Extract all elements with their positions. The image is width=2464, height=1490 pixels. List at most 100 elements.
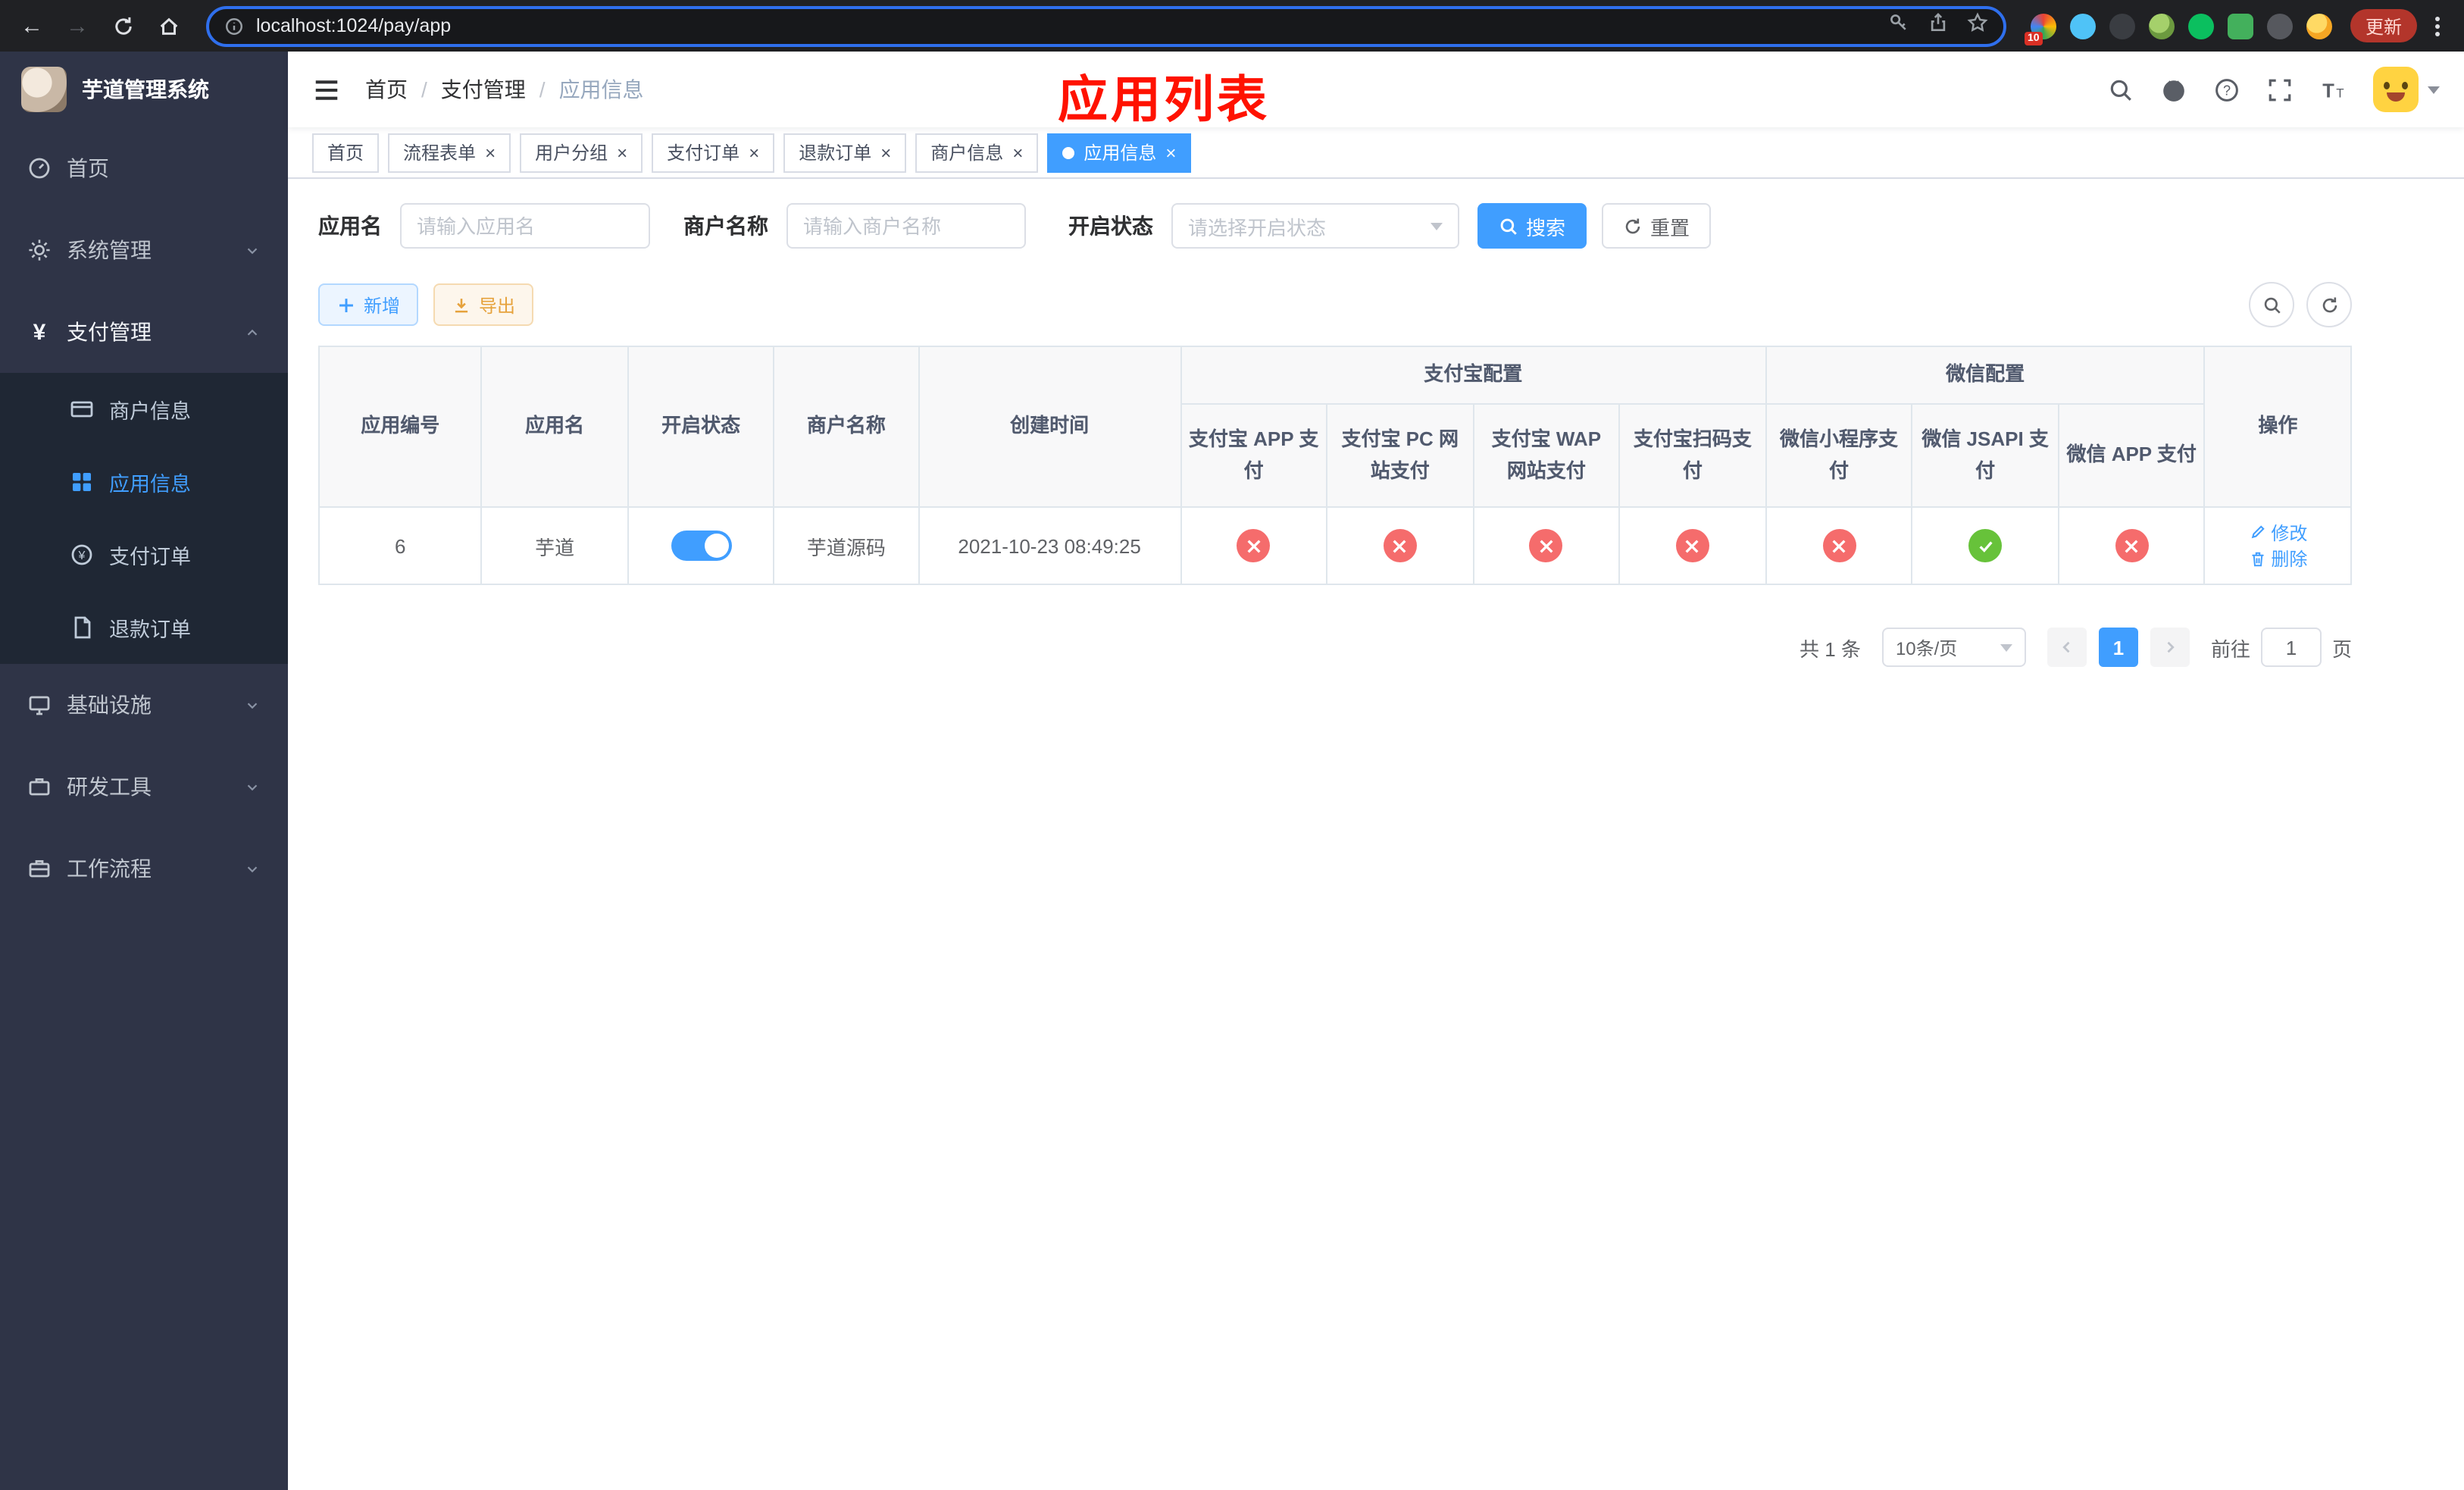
extension-icon[interactable]	[2069, 13, 2096, 39]
tab-refund-order[interactable]: 退款订单 ×	[783, 133, 907, 172]
share-icon[interactable]	[1928, 11, 1949, 40]
profile-avatar-icon[interactable]	[2306, 13, 2332, 39]
browser-window: ← → localhost:1024/pay/app 10 更新 芋道管理系统 …	[0, 0, 2464, 1490]
cell-merchant: 芋道源码	[773, 506, 920, 585]
page-number-button[interactable]: 1	[2098, 628, 2138, 667]
tab-close-icon[interactable]: ×	[880, 143, 891, 161]
chevron-down-icon	[244, 696, 261, 713]
table-toolbar: 新增 导出	[318, 282, 2352, 327]
apps-table: 应用编号 应用名 开启状态 商户名称 创建时间 支付宝配置 微信配置 操作 支付…	[317, 346, 2352, 585]
goto-page-input[interactable]	[2260, 628, 2322, 667]
breadcrumb: 首页 / 支付管理 / 应用信息	[365, 74, 644, 105]
alipay-pc-status-icon	[1383, 529, 1417, 562]
tab-close-icon[interactable]: ×	[485, 143, 496, 161]
svg-text:T: T	[2336, 86, 2344, 100]
password-key-icon[interactable]	[1888, 11, 1909, 40]
user-avatar-menu[interactable]	[2373, 67, 2440, 112]
cell-created: 2021-10-23 08:49:25	[918, 506, 1182, 585]
browser-reload-button[interactable]	[103, 6, 142, 45]
wechat-app-status-icon	[2115, 529, 2149, 562]
github-icon[interactable]	[2161, 77, 2187, 102]
toolbox-icon	[27, 775, 52, 799]
export-button[interactable]: 导出	[433, 283, 534, 326]
browser-home-button[interactable]	[149, 6, 188, 45]
search-button[interactable]: 搜索	[1477, 203, 1587, 249]
breadcrumb-payment[interactable]: 支付管理	[441, 74, 526, 105]
bookmark-star-icon[interactable]	[1967, 11, 1988, 40]
extension-icon[interactable]	[2227, 13, 2253, 39]
extension-icon[interactable]	[2109, 13, 2135, 39]
sidebar-item-dev-tools[interactable]: 研发工具	[0, 746, 288, 828]
sidebar-item-system[interactable]: 系统管理	[0, 209, 288, 291]
cell-actions: 修改 删除	[2203, 506, 2352, 585]
svg-text:¥: ¥	[78, 549, 86, 562]
app-name-input[interactable]	[400, 203, 650, 249]
search-icon[interactable]	[2108, 77, 2134, 102]
tab-user-group[interactable]: 用户分组 ×	[520, 133, 643, 172]
url-text[interactable]: localhost:1024/pay/app	[256, 15, 1876, 36]
sidebar-item-infra[interactable]: 基础设施	[0, 664, 288, 746]
col-header-alipay-scan: 支付宝扫码支付	[1618, 403, 1767, 508]
col-header-merchant: 商户名称	[773, 346, 920, 508]
tab-pay-order[interactable]: 支付订单 ×	[652, 133, 775, 172]
extension-icon[interactable]: 10	[2024, 13, 2056, 45]
col-header-alipay-pc: 支付宝 PC 网站支付	[1326, 403, 1474, 508]
chevron-up-icon	[244, 324, 261, 340]
status-select[interactable]: 请选择开启状态	[1171, 203, 1459, 249]
fullscreen-icon[interactable]	[2267, 77, 2293, 102]
site-info-icon[interactable]	[224, 16, 244, 36]
sidebar-collapse-icon[interactable]	[312, 75, 341, 104]
refresh-table-button[interactable]	[2306, 282, 2352, 327]
status-label: 开启状态	[1068, 214, 1153, 238]
sidebar-item-pay-order[interactable]: ¥ 支付订单	[0, 518, 288, 591]
add-button[interactable]: 新增	[318, 283, 419, 326]
page-size-select[interactable]: 10条/页	[1881, 628, 2026, 667]
tab-close-icon[interactable]: ×	[749, 143, 759, 161]
chevron-down-icon	[244, 242, 261, 258]
tab-app-info[interactable]: 应用信息 ×	[1047, 133, 1192, 172]
tab-merchant-info[interactable]: 商户信息 ×	[915, 133, 1039, 172]
browser-menu-icon[interactable]	[2423, 16, 2452, 36]
alipay-scan-status-icon	[1675, 529, 1709, 562]
tab-close-icon[interactable]: ×	[1165, 143, 1176, 161]
tab-process-form[interactable]: 流程表单 ×	[388, 133, 511, 172]
tab-close-icon[interactable]: ×	[617, 143, 627, 161]
sidebar-item-workflow[interactable]: 工作流程	[0, 828, 288, 909]
breadcrumb-home[interactable]: 首页	[365, 74, 408, 105]
goto-label: 前往	[2210, 637, 2250, 660]
sidebar-item-app-info[interactable]: 应用信息	[0, 446, 288, 518]
extension-icon[interactable]	[2187, 13, 2214, 39]
avatar	[2373, 67, 2419, 112]
browser-forward-button[interactable]: →	[58, 6, 97, 45]
sidebar-item-home[interactable]: 首页	[0, 127, 288, 209]
prev-page-button[interactable]	[2047, 628, 2087, 667]
browser-back-button[interactable]: ←	[12, 6, 52, 45]
alipay-app-status-icon	[1237, 529, 1271, 562]
group-header-wechat: 微信配置	[1765, 346, 2206, 405]
tab-close-icon[interactable]: ×	[1012, 143, 1023, 161]
status-toggle[interactable]	[671, 531, 732, 561]
sidebar-item-payment[interactable]: ¥ 支付管理	[0, 291, 288, 373]
extension-puzzle-icon[interactable]	[2266, 13, 2293, 39]
reset-button[interactable]: 重置	[1602, 203, 1712, 249]
edit-button[interactable]: 修改	[2248, 519, 2307, 545]
font-size-icon[interactable]: T T	[2320, 77, 2346, 102]
group-header-alipay: 支付宝配置	[1180, 346, 1767, 405]
wechat-mini-status-icon	[1822, 529, 1856, 562]
chevron-down-icon	[244, 778, 261, 795]
pay-order-icon: ¥	[70, 543, 94, 567]
cell-app-id: 6	[317, 506, 483, 585]
extension-icon[interactable]	[2148, 13, 2175, 39]
address-bar[interactable]: localhost:1024/pay/app	[206, 5, 2006, 46]
show-search-toggle-button[interactable]	[2249, 282, 2294, 327]
help-icon[interactable]: ?	[2214, 77, 2240, 102]
next-page-button[interactable]	[2150, 628, 2190, 667]
yen-icon: ¥	[33, 319, 46, 345]
delete-button[interactable]: 删除	[2248, 546, 2307, 571]
tab-home[interactable]: 首页	[312, 133, 380, 172]
sidebar-item-merchant-info[interactable]: 商户信息	[0, 373, 288, 446]
sidebar-item-refund-order[interactable]: 退款订单	[0, 591, 288, 664]
merchant-name-input[interactable]	[786, 203, 1026, 249]
browser-update-button[interactable]: 更新	[2350, 9, 2417, 42]
app-logo[interactable]: 芋道管理系统	[0, 52, 288, 127]
